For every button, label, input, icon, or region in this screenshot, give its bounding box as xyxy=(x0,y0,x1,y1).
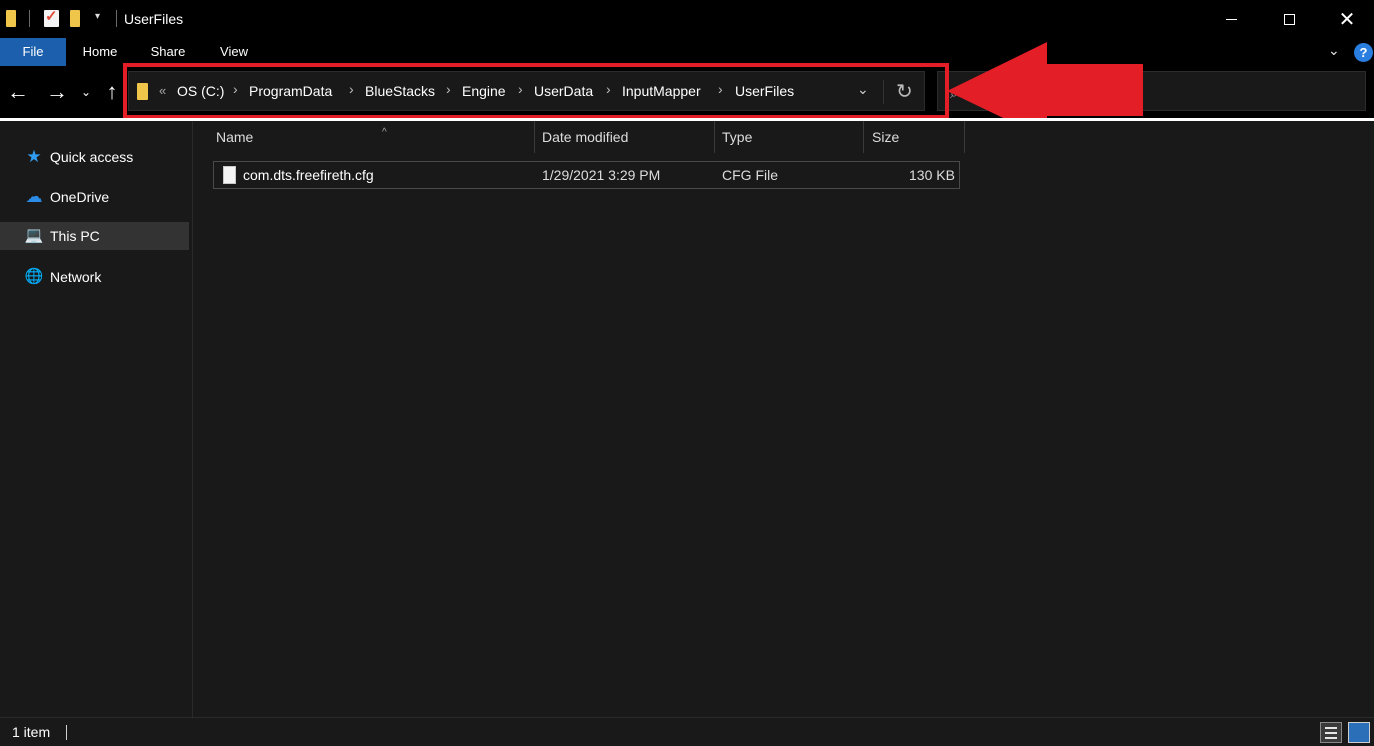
item-count: 1 item xyxy=(12,724,51,740)
toolbar-separator xyxy=(116,10,117,27)
tab-home[interactable]: Home xyxy=(72,38,128,66)
breadcrumb-separator-icon[interactable]: › xyxy=(718,81,723,97)
status-separator xyxy=(66,725,67,740)
cloud-icon: ☁ xyxy=(25,187,43,206)
details-view-button[interactable] xyxy=(1320,722,1342,743)
navigation-bar: ← → ⌄ ↑ « OS (C:) › ProgramData › BlueSt… xyxy=(0,66,1374,118)
address-bar[interactable]: « OS (C:) › ProgramData › BlueStacks › E… xyxy=(128,71,925,111)
breadcrumb-userfiles[interactable]: UserFiles xyxy=(735,83,794,99)
minimize-icon xyxy=(1225,18,1237,20)
chevron-down-icon: ⌄ xyxy=(80,85,92,99)
forward-button[interactable]: → xyxy=(45,78,69,106)
sidebar-item-onedrive[interactable]: ☁ OneDrive xyxy=(0,183,189,211)
computer-icon: 💻 xyxy=(24,227,44,244)
minimize-button[interactable] xyxy=(1202,0,1260,38)
star-icon: ★ xyxy=(26,147,42,166)
sidebar-item-quick-access[interactable]: ★ Quick access xyxy=(0,143,189,171)
tab-share[interactable]: Share xyxy=(140,38,196,66)
breadcrumb-overflow-button[interactable]: « xyxy=(159,83,166,98)
column-header-label: Type xyxy=(722,129,753,145)
recent-locations-button[interactable]: ⌄ xyxy=(78,78,94,106)
file-size: 130 KB xyxy=(909,167,955,183)
up-button[interactable]: ↑ xyxy=(102,78,122,106)
breadcrumb-separator-icon[interactable]: › xyxy=(349,81,354,97)
tab-view[interactable]: View xyxy=(208,38,260,66)
breadcrumb-separator-icon[interactable]: › xyxy=(518,81,523,97)
new-folder-icon[interactable] xyxy=(70,10,80,27)
breadcrumb-os-c[interactable]: OS (C:) xyxy=(177,83,224,99)
folder-icon xyxy=(137,83,148,100)
help-icon[interactable]: ? xyxy=(1354,43,1373,62)
breadcrumb-inputmapper[interactable]: InputMapper xyxy=(622,83,701,99)
sidebar-item-label: Quick access xyxy=(50,149,134,165)
customize-toolbar-icon[interactable]: ▾ xyxy=(95,11,100,22)
large-icons-view-button[interactable] xyxy=(1348,722,1370,743)
breadcrumb-separator-icon[interactable]: › xyxy=(233,81,238,97)
breadcrumb-engine[interactable]: Engine xyxy=(462,83,506,99)
column-header-size[interactable]: Size xyxy=(864,121,965,153)
maximize-button[interactable] xyxy=(1260,0,1318,38)
up-arrow-icon: ↑ xyxy=(106,79,118,104)
file-date-modified: 1/29/2021 3:29 PM xyxy=(542,167,661,183)
expand-ribbon-icon[interactable]: ⌄ xyxy=(1328,42,1340,59)
sidebar-item-network[interactable]: 🌐 Network xyxy=(0,263,189,291)
file-type: CFG File xyxy=(722,167,778,183)
sidebar-item-label: Network xyxy=(50,269,102,285)
breadcrumb-bluestacks[interactable]: BlueStacks xyxy=(365,83,435,99)
breadcrumb-userdata[interactable]: UserData xyxy=(534,83,593,99)
navigation-pane: ★ Quick access ☁ OneDrive 💻 This PC 🌐 Ne… xyxy=(0,121,193,717)
column-header-label: Size xyxy=(872,129,900,145)
breadcrumb-separator-icon[interactable]: › xyxy=(606,81,611,97)
close-icon: ✕ xyxy=(1338,8,1356,31)
network-icon: 🌐 xyxy=(24,268,44,285)
address-history-chevron-icon[interactable]: ⌄ xyxy=(857,81,869,98)
column-header-label: Name xyxy=(216,129,254,145)
ribbon: File Home Share View ⌄ ? xyxy=(0,38,1374,66)
column-header-label: Date modified xyxy=(542,129,629,145)
folder-icon xyxy=(6,10,16,27)
address-divider xyxy=(883,80,884,104)
table-row[interactable]: com.dts.freefireth.cfg 1/29/2021 3:29 PM… xyxy=(213,161,960,189)
breadcrumb-separator-icon[interactable]: › xyxy=(446,81,451,97)
sidebar-item-label: This PC xyxy=(50,228,100,244)
maximize-icon xyxy=(1283,13,1295,25)
column-header-type[interactable]: Type xyxy=(714,121,864,153)
sidebar-item-this-pc[interactable]: 💻 This PC xyxy=(0,222,189,250)
sort-ascending-icon: ^ xyxy=(382,127,387,138)
file-list: Name ^ Date modified Type Size com.dts.f… xyxy=(194,121,1374,717)
status-bar: 1 item xyxy=(0,717,1374,746)
column-header-name[interactable]: Name ^ xyxy=(208,121,535,153)
breadcrumb-programdata[interactable]: ProgramData xyxy=(249,83,332,99)
title-bar: ✓ ▾ UserFiles ✕ xyxy=(0,0,1374,38)
window-title: UserFiles xyxy=(124,11,184,27)
back-arrow-icon: ← xyxy=(7,79,29,104)
tab-file[interactable]: File xyxy=(0,38,66,66)
sidebar-item-label: OneDrive xyxy=(50,189,110,205)
forward-arrow-icon: → xyxy=(46,79,68,104)
file-name: com.dts.freefireth.cfg xyxy=(243,167,374,183)
refresh-icon[interactable]: ↻ xyxy=(896,79,913,104)
file-icon xyxy=(223,166,236,184)
close-button[interactable]: ✕ xyxy=(1318,0,1374,38)
back-button[interactable]: ← xyxy=(6,78,30,106)
toolbar-separator xyxy=(29,10,30,27)
search-input[interactable]: ⌕ xyxy=(937,71,1366,111)
column-header-date-modified[interactable]: Date modified xyxy=(534,121,715,153)
properties-icon[interactable]: ✓ xyxy=(44,8,59,27)
search-icon: ⌕ xyxy=(950,85,958,101)
